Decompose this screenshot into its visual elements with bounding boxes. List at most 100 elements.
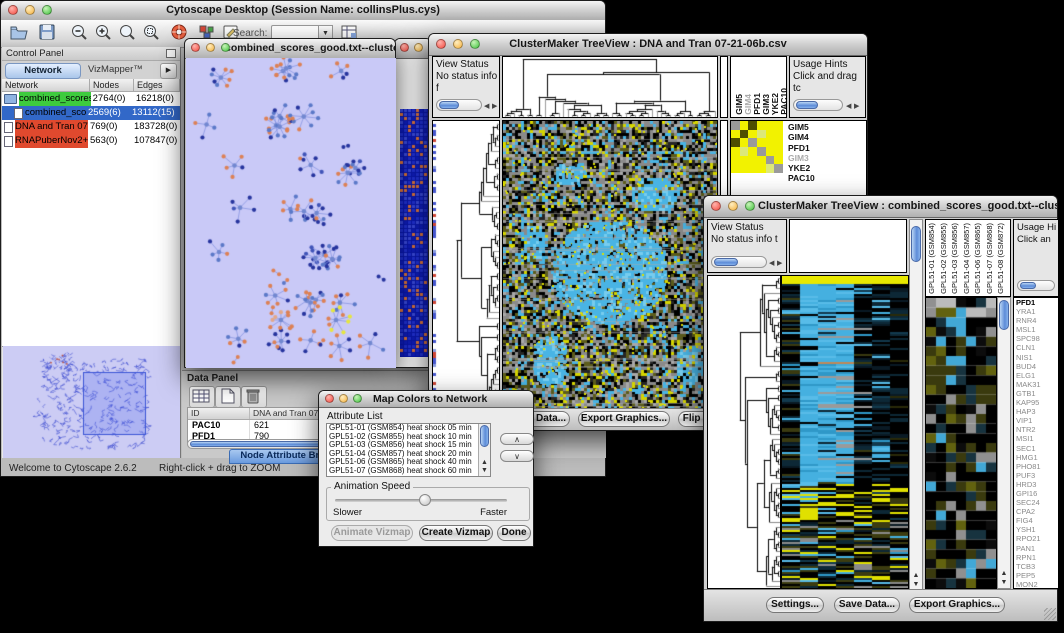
col-edges[interactable]: Edges <box>134 79 180 92</box>
gene-label[interactable]: YRA1 <box>1014 307 1058 316</box>
gene-label[interactable]: SEC24 <box>1014 498 1058 507</box>
animate-vizmap-button[interactable]: Animate Vizmap <box>331 525 413 541</box>
move-up-button[interactable]: ∧ <box>500 433 534 445</box>
attribute-list-item[interactable]: GPL51-07 (GSM868) heat shock 60 min <box>327 467 490 476</box>
attribute-list-scrollbar[interactable]: ▲ ▼ <box>478 424 490 476</box>
network-table-row[interactable]: combined_scores2764(0)16218(0) <box>2 92 180 106</box>
save-icon[interactable] <box>37 23 59 43</box>
treeview2-button-save-data-[interactable]: Save Data... <box>834 597 900 613</box>
network-table-row[interactable]: combined_sco2569(6)13112(15) <box>2 106 180 120</box>
close-button[interactable] <box>8 5 18 15</box>
gene-label[interactable]: PHO81 <box>1014 462 1058 471</box>
col-nodes[interactable]: Nodes <box>90 79 134 92</box>
done-button[interactable]: Done <box>497 525 531 541</box>
gene-label[interactable]: RPN1 <box>1014 553 1058 562</box>
minimize-button[interactable] <box>414 43 423 52</box>
row-dendrogram-canvas[interactable] <box>433 121 499 409</box>
gene-label[interactable]: SEC1 <box>1014 444 1058 453</box>
gene-label[interactable]: HMG1 <box>1014 453 1058 462</box>
scroll-right-icon[interactable]: ▶ <box>777 259 782 267</box>
close-button[interactable] <box>191 43 200 52</box>
treeview1-button-export-graphics-[interactable]: Export Graphics... <box>578 411 670 427</box>
gene-label[interactable]: VIP1 <box>1014 416 1058 425</box>
gene-label[interactable]: SPC98 <box>1014 334 1058 343</box>
minimize-button[interactable] <box>25 5 35 15</box>
gene-label[interactable]: ELG1 <box>1014 371 1058 380</box>
birdseye-view-canvas[interactable] <box>3 346 180 458</box>
resize-grip[interactable] <box>1044 608 1056 620</box>
scroll-down-icon[interactable]: ▼ <box>479 467 490 475</box>
gene-label[interactable]: FIG4 <box>1014 516 1058 525</box>
minimize-button[interactable] <box>453 39 463 49</box>
gene-label[interactable]: GPI16 <box>1014 489 1058 498</box>
scroll-up-icon[interactable]: ▲ <box>910 572 922 580</box>
gene-label[interactable]: PEP5 <box>1014 571 1058 580</box>
move-down-button[interactable]: ∨ <box>500 450 534 462</box>
tab-overflow-icon[interactable]: ▶ <box>160 63 177 79</box>
gene-label[interactable]: TCB3 <box>1014 562 1058 571</box>
gene-label[interactable]: PAN1 <box>1014 544 1058 553</box>
usage-hints-scrollbar[interactable] <box>793 99 843 111</box>
select-attributes-icon[interactable] <box>189 386 215 408</box>
similarity-matrix[interactable] <box>731 121 783 173</box>
treeview2-titlebar[interactable]: ClusterMaker TreeView : combined_scores_… <box>704 196 1057 218</box>
new-attribute-icon[interactable] <box>215 386 241 408</box>
gene-label[interactable]: GTB1 <box>1014 389 1058 398</box>
gene-label[interactable]: RNR4 <box>1014 316 1058 325</box>
scroll-left-icon[interactable]: ◀ <box>846 102 851 110</box>
dendrogram-splitter[interactable] <box>720 56 728 118</box>
float-panel-icon[interactable] <box>166 49 176 58</box>
treeview2-button-export-graphics-[interactable]: Export Graphics... <box>909 597 1005 613</box>
view-status-scrollbar[interactable] <box>436 99 482 111</box>
zoom-selected-icon[interactable] <box>141 23 163 43</box>
network-table-row[interactable]: RNAPuberNov2+563(0)107847(0) <box>2 134 180 148</box>
network-graph-canvas[interactable] <box>186 58 396 368</box>
main-titlebar[interactable]: Cytoscape Desktop (Session Name: collins… <box>1 1 605 21</box>
treeview1-titlebar[interactable]: ClusterMaker TreeView : DNA and Tran 07-… <box>429 34 867 56</box>
view-status-scrollbar[interactable] <box>711 256 767 268</box>
gene-label[interactable]: PUF3 <box>1014 471 1058 480</box>
row-dendrogram-canvas[interactable] <box>708 276 780 588</box>
sliver-titlebar[interactable] <box>395 39 431 59</box>
scroll-right-icon[interactable]: ▶ <box>854 102 859 110</box>
scroll-down-icon[interactable]: ▼ <box>910 581 922 589</box>
zoom-button[interactable] <box>470 39 480 49</box>
gene-label[interactable]: NTR2 <box>1014 425 1058 434</box>
close-button[interactable] <box>436 39 446 49</box>
gene-label[interactable]: MSL1 <box>1014 325 1058 334</box>
cluster-heatmap-canvas[interactable] <box>782 276 908 588</box>
col-network[interactable]: Network <box>2 79 90 92</box>
minimize-button[interactable] <box>728 201 738 211</box>
scroll-up-icon[interactable]: ▲ <box>479 459 490 467</box>
gene-label[interactable]: PFD1 <box>1014 298 1058 307</box>
gene-label[interactable]: NIS1 <box>1014 353 1058 362</box>
gene-label[interactable]: HAP3 <box>1014 407 1058 416</box>
scroll-up-icon[interactable]: ▲ <box>998 570 1010 578</box>
tab-vizmapper[interactable]: VizMapper™ <box>88 64 143 75</box>
minimize-button[interactable] <box>339 394 348 403</box>
scroll-down-icon[interactable]: ▼ <box>998 579 1010 587</box>
zoom-button[interactable] <box>42 5 52 15</box>
gene-label[interactable]: CLN1 <box>1014 343 1058 352</box>
zoom-in-icon[interactable] <box>93 23 115 43</box>
dialog-titlebar[interactable]: Map Colors to Network <box>319 391 533 408</box>
treeview2-button-settings-[interactable]: Settings... <box>766 597 824 613</box>
zoom-heatmap-canvas[interactable] <box>926 298 996 588</box>
zoom-button[interactable] <box>745 201 755 211</box>
gene-label[interactable]: MAK31 <box>1014 380 1058 389</box>
gene-label[interactable]: MSI1 <box>1014 434 1058 443</box>
zoom-button[interactable] <box>221 43 230 52</box>
close-button[interactable] <box>711 201 721 211</box>
gene-label[interactable]: BUD4 <box>1014 362 1058 371</box>
gene-label[interactable]: YSH1 <box>1014 525 1058 534</box>
gene-label[interactable]: RPO21 <box>1014 534 1058 543</box>
scroll-right-icon[interactable]: ▶ <box>492 102 497 110</box>
zoom-fit-icon[interactable] <box>117 23 139 43</box>
dense-network-canvas[interactable] <box>400 109 429 357</box>
column-dendrogram-canvas[interactable] <box>503 57 717 117</box>
close-button[interactable] <box>325 394 334 403</box>
network-view-titlebar[interactable]: combined_scores_good.txt--cluste... <box>185 39 395 59</box>
gene-label[interactable]: HRD3 <box>1014 480 1058 489</box>
gene-label[interactable]: CPA2 <box>1014 507 1058 516</box>
zoom-vscrollbar[interactable]: ▲ ▼ <box>997 297 1011 589</box>
